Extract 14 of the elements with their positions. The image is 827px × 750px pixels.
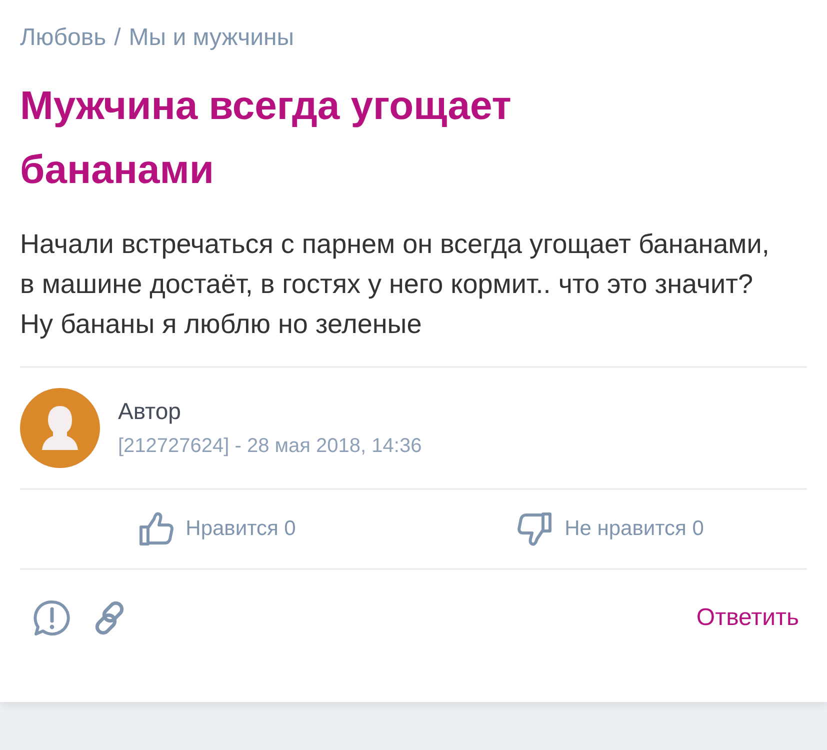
breadcrumb-separator: /	[114, 24, 121, 52]
vote-button[interactable]: Не нравится 0	[414, 511, 807, 547]
report-icon[interactable]	[32, 598, 72, 638]
breadcrumb-link[interactable]: Мы и мужчины	[128, 24, 294, 52]
author-name: Автор	[118, 398, 182, 425]
breadcrumb-link[interactable]: Любовь	[20, 24, 106, 52]
reply-button[interactable]: Ответить	[692, 600, 803, 636]
vote-button[interactable]: Нравится 0	[20, 511, 414, 547]
post-meta: [212727624] - 28 мая 2018, 14:36	[118, 435, 422, 458]
thumbs-up-icon	[138, 511, 174, 547]
question-text: Начали встречаться с парнем он всегда угощает бананами, в машине достаёт, в гостях у него кормит.. что это значит? Ну бананы я люблю но зеленые	[20, 228, 770, 341]
avatar-icon	[20, 388, 100, 468]
question-title: Мужчина всегда угощает бананами	[20, 83, 512, 194]
thumbs-down-icon	[516, 511, 553, 547]
